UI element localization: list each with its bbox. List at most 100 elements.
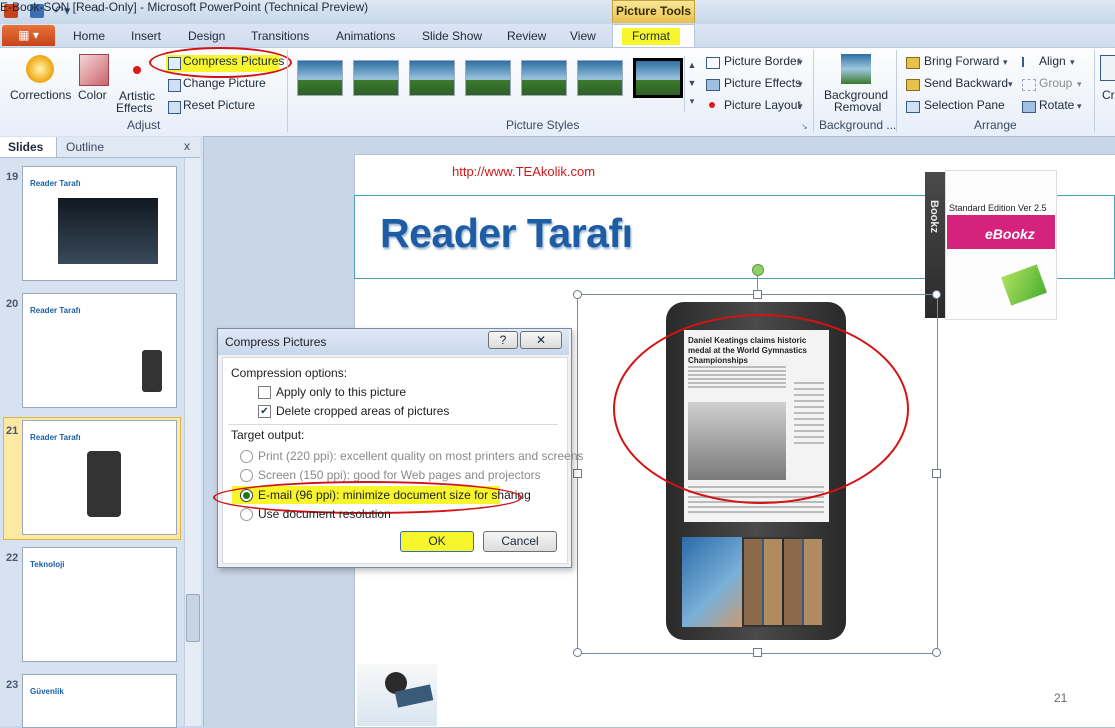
screen-radio[interactable]	[240, 469, 253, 482]
picture-style-2[interactable]	[353, 60, 399, 96]
apply-only-label[interactable]: Apply only to this picture	[276, 385, 406, 399]
selection-pane-button[interactable]: Selection Pane	[924, 96, 1005, 114]
ribbon-tab-row	[0, 24, 1115, 47]
use-document-label[interactable]: Use document resolution	[258, 507, 391, 521]
color-icon[interactable]	[79, 54, 109, 86]
change-picture-button[interactable]: Change Picture	[183, 74, 266, 92]
picture-border-icon[interactable]	[706, 57, 720, 69]
send-backward-icon[interactable]	[906, 79, 920, 91]
resize-handle[interactable]	[932, 648, 941, 657]
slide-number: 21	[6, 425, 19, 437]
color-button[interactable]: Color	[78, 88, 107, 102]
screen-label[interactable]: Screen (150 ppi): good for Web pages and…	[258, 468, 541, 482]
cancel-button[interactable]: Cancel	[483, 531, 557, 552]
corrections-button[interactable]: Corrections	[10, 88, 71, 102]
close-pane-icon[interactable]: x	[184, 139, 190, 153]
delete-cropped-checkbox[interactable]: ✔	[258, 405, 271, 418]
resize-handle[interactable]	[932, 469, 941, 478]
separator	[1094, 50, 1095, 132]
resize-handle[interactable]	[753, 290, 762, 299]
resize-handle[interactable]	[573, 469, 582, 478]
tab-animations[interactable]: Animations	[336, 29, 395, 43]
ebook-box-image[interactable]: Bookz Standard Edition Ver 2.5 eBookz	[925, 170, 1057, 320]
help-button[interactable]: ?	[488, 331, 518, 349]
print-label[interactable]: Print (220 ppi): excellent quality on mo…	[258, 449, 584, 463]
reset-picture-icon[interactable]	[168, 101, 181, 114]
resize-handle[interactable]	[753, 648, 762, 657]
scrollbar-thumb[interactable]	[186, 594, 200, 642]
tab-transitions[interactable]: Transitions	[251, 29, 309, 43]
tab-format[interactable]: Format	[622, 28, 680, 45]
resize-handle[interactable]	[573, 648, 582, 657]
picture-styles-group-label: Picture Styles	[506, 118, 580, 132]
picture-layout-icon[interactable]	[709, 102, 715, 108]
tab-outline[interactable]: Outline	[66, 140, 104, 154]
bring-forward-button[interactable]: Bring Forward	[924, 52, 999, 70]
slide-thumbnail-23[interactable]	[22, 674, 177, 728]
slide-number: 20	[6, 298, 19, 310]
tab-design[interactable]: Design	[188, 29, 225, 43]
window-title: E-Book-SON [Read-Only] - Microsoft Power…	[0, 0, 369, 14]
separator	[896, 50, 897, 132]
use-document-radio[interactable]	[240, 508, 253, 521]
crop-icon[interactable]	[1100, 55, 1115, 81]
tab-slides[interactable]: Slides	[8, 140, 43, 154]
picture-layout-button[interactable]: Picture Layout	[724, 96, 801, 114]
background-removal-label-2[interactable]: Removal	[834, 100, 881, 114]
tab-view[interactable]: View	[570, 29, 596, 43]
annotation-ellipse-screen	[613, 314, 909, 504]
artistic-effects-icon[interactable]	[133, 66, 141, 74]
slide-number: 19	[6, 171, 19, 183]
gallery-scroll[interactable]: ▲ ▼ ▾	[684, 56, 699, 112]
change-picture-icon[interactable]	[168, 79, 181, 92]
rotate-handle[interactable]	[752, 264, 764, 276]
rotate-icon[interactable]	[1022, 101, 1036, 113]
picture-style-5[interactable]	[521, 60, 567, 96]
slide-number: 22	[6, 552, 19, 564]
dialog-title: Compress Pictures	[225, 335, 327, 349]
resize-handle[interactable]	[932, 290, 941, 299]
ok-button[interactable]: OK	[400, 531, 474, 552]
picture-effects-icon[interactable]	[706, 79, 720, 91]
picture-effects-button[interactable]: Picture Effects	[724, 74, 801, 92]
align-icon[interactable]	[1022, 57, 1036, 67]
slide-url: http://www.TEAkolik.com	[452, 164, 596, 179]
tab-review[interactable]: Review	[507, 29, 546, 43]
resize-handle[interactable]	[573, 290, 582, 299]
apply-only-checkbox[interactable]	[258, 386, 271, 399]
slide-thumbnail-title: Reader Tarafı	[30, 179, 81, 188]
target-output-heading: Target output:	[231, 428, 305, 442]
corrections-icon[interactable]	[26, 55, 54, 83]
crop-button[interactable]: Cr	[1102, 88, 1115, 102]
print-radio[interactable]	[240, 450, 253, 463]
rotate-button[interactable]: Rotate	[1039, 96, 1074, 114]
adjust-group-label: Adjust	[127, 118, 161, 132]
tab-slide-show[interactable]: Slide Show	[422, 29, 482, 43]
dialog-launcher-icon[interactable]: ↘	[801, 122, 808, 131]
slide-number: 23	[6, 679, 19, 691]
dialog-close-button[interactable]: ✕	[520, 331, 562, 349]
bring-forward-icon[interactable]	[906, 57, 920, 69]
group-icon[interactable]	[1022, 79, 1036, 91]
selection-pane-icon[interactable]	[906, 101, 920, 113]
align-button[interactable]: Align	[1039, 52, 1066, 70]
ebook-box-edition: Standard Edition Ver 2.5	[949, 203, 1047, 213]
picture-style-6[interactable]	[577, 60, 623, 96]
picture-border-button[interactable]: Picture Border	[724, 52, 801, 70]
picture-style-7[interactable]	[633, 58, 683, 98]
artistic-effects-label-2[interactable]: Effects	[116, 101, 152, 115]
tab-home[interactable]: Home	[73, 29, 105, 43]
picture-style-1[interactable]	[297, 60, 343, 96]
picture-style-4[interactable]	[465, 60, 511, 96]
delete-cropped-label[interactable]: Delete cropped areas of pictures	[276, 404, 449, 418]
picture-style-3[interactable]	[409, 60, 455, 96]
tab-insert[interactable]: Insert	[131, 29, 161, 43]
group-button[interactable]: Group	[1039, 74, 1072, 92]
separator	[287, 50, 288, 132]
background-removal-icon[interactable]	[841, 54, 871, 84]
reset-picture-button[interactable]: Reset Picture	[183, 96, 255, 114]
slide-thumbnail-title: Reader Tarafı	[30, 306, 81, 315]
slide-title[interactable]: Reader Tarafı	[380, 210, 633, 257]
file-tab[interactable]: ▦ ▾	[2, 25, 55, 46]
send-backward-button[interactable]: Send Backward	[924, 74, 1008, 92]
